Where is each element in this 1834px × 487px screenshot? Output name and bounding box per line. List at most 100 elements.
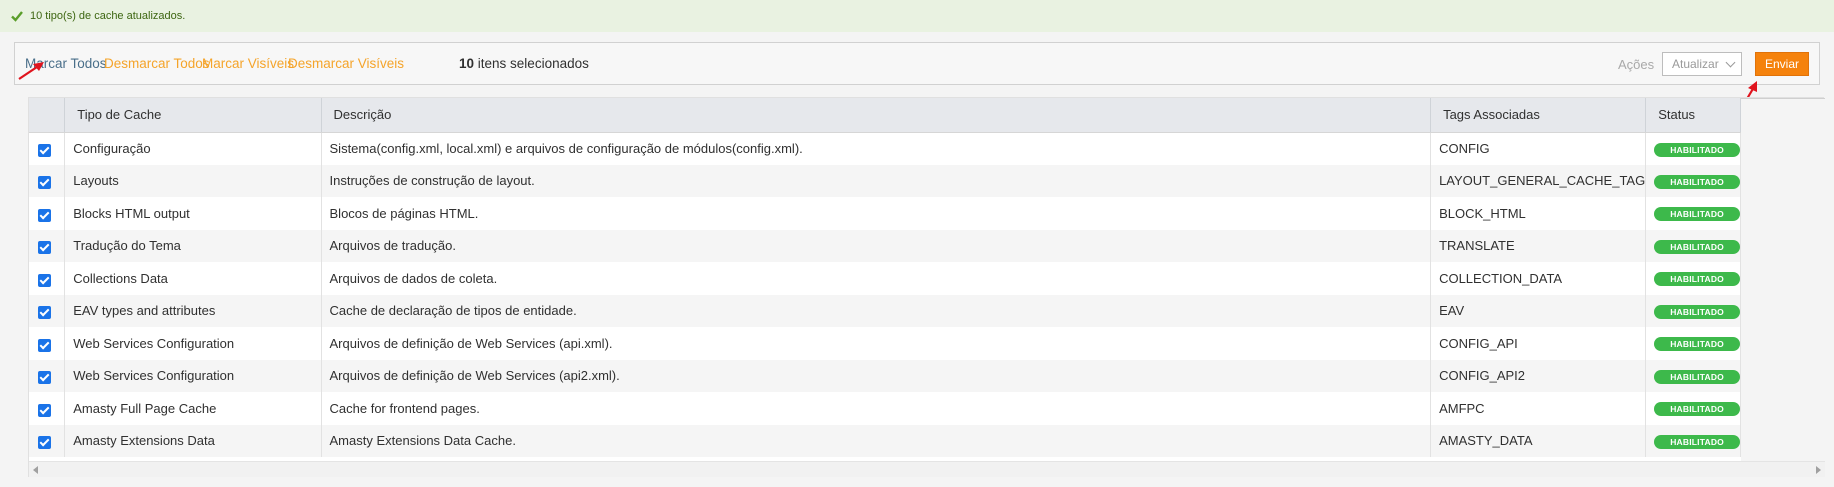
row-checkbox[interactable] [38, 371, 51, 385]
status-badge: HABILITADO [1654, 272, 1740, 287]
table-row[interactable]: Layouts Instruções de construção de layou… [29, 164, 1741, 197]
table-row[interactable]: Web Services Configuration Arquivos de de… [29, 359, 1741, 392]
status-badge: HABILITADO [1654, 434, 1740, 449]
cell-tags: TRANSLATE [1430, 229, 1647, 262]
unselect-all-link[interactable]: Desmarcar Todos [104, 56, 210, 71]
row-checkbox[interactable] [38, 273, 51, 287]
horizontal-scrollbar[interactable] [29, 461, 1825, 477]
status-badge: HABILITADO [1654, 207, 1740, 222]
table-row[interactable]: Amasty Full Page Cache Cache for frontend… [29, 392, 1741, 425]
row-checkbox-cell [29, 359, 66, 392]
cell-description: Blocos de páginas HTML. [321, 197, 1432, 230]
header-tags[interactable]: Tags Associadas [1430, 98, 1647, 133]
table-row[interactable]: Configuração Sistema(config.xml, local.xm… [29, 132, 1741, 165]
cell-status: HABILITADO [1645, 294, 1741, 327]
cell-status: HABILITADO [1645, 392, 1741, 425]
status-badge: HABILITADO [1654, 174, 1740, 189]
cell-description: Cache for frontend pages. [321, 392, 1432, 425]
row-checkbox[interactable] [38, 436, 51, 450]
status-badge: HABILITADO [1654, 369, 1740, 384]
header-type[interactable]: Tipo de Cache [64, 98, 322, 133]
select-visible-link[interactable]: Marcar Visíveis [202, 56, 294, 71]
status-badge: HABILITADO [1654, 239, 1740, 254]
cell-description: Arquivos de definição de Web Services (a… [321, 359, 1432, 392]
cell-type: Configuração [64, 132, 322, 165]
table-row[interactable]: Tradução do Tema Arquivos de tradução. TRA… [29, 229, 1741, 262]
table-row[interactable]: Web Services Configuration Arquivos de de… [29, 327, 1741, 360]
cell-description: Arquivos de dados de coleta. [321, 262, 1432, 295]
cell-type: Blocks HTML output [64, 197, 322, 230]
status-badge: HABILITADO [1654, 304, 1740, 319]
row-checkbox-cell [29, 197, 66, 230]
cell-status: HABILITADO [1645, 359, 1741, 392]
cell-tags: EAV [1430, 294, 1647, 327]
table-row[interactable]: EAV types and attributes Cache de declara… [29, 294, 1741, 327]
selected-count-suffix: itens selecionados [474, 56, 589, 71]
cell-type: Layouts [64, 164, 322, 197]
grid-right-divider [1741, 98, 1825, 99]
status-badge: HABILITADO [1654, 142, 1740, 157]
row-checkbox-cell [29, 229, 66, 262]
cell-tags: CONFIG_API2 [1430, 359, 1647, 392]
unselect-visible-link[interactable]: Desmarcar Visíveis [288, 56, 404, 71]
cell-tags: BLOCK_HTML [1430, 197, 1647, 230]
header-description[interactable]: Descrição [321, 98, 1432, 133]
cell-status: HABILITADO [1645, 132, 1741, 165]
cell-tags: COLLECTION_DATA [1430, 262, 1647, 295]
scroll-left-icon[interactable] [33, 466, 38, 474]
cache-table: Tipo de Cache Descrição Tags Associadas … [29, 98, 1741, 457]
header-status[interactable]: Status [1645, 98, 1741, 133]
table-row[interactable]: Collections Data Arquivos de dados de col… [29, 262, 1741, 295]
cell-status: HABILITADO [1645, 164, 1741, 197]
cell-tags: AMASTY_DATA [1430, 424, 1647, 457]
row-checkbox[interactable] [38, 403, 51, 417]
row-checkbox[interactable] [38, 176, 51, 190]
row-checkbox-cell [29, 132, 66, 165]
table-header-row: Tipo de Cache Descrição Tags Associadas … [29, 98, 1741, 133]
cell-type: Amasty Extensions Data [64, 424, 322, 457]
row-checkbox[interactable] [38, 306, 51, 320]
actions-select[interactable]: Atualizar [1662, 52, 1742, 76]
cell-description: Amasty Extensions Data Cache. [321, 424, 1432, 457]
success-message-text: 10 tipo(s) de cache atualizados. [30, 10, 186, 22]
cell-type: EAV types and attributes [64, 294, 322, 327]
row-checkbox-cell [29, 164, 66, 197]
row-checkbox[interactable] [38, 338, 51, 352]
cell-status: HABILITADO [1645, 229, 1741, 262]
row-checkbox[interactable] [38, 208, 51, 222]
cell-type: Collections Data [64, 262, 322, 295]
submit-button[interactable]: Enviar [1755, 52, 1809, 76]
cell-description: Cache de declaração de tipos de entidade… [321, 294, 1432, 327]
status-badge: HABILITADO [1654, 402, 1740, 417]
cell-type: Amasty Full Page Cache [64, 392, 322, 425]
row-checkbox[interactable] [38, 241, 51, 255]
status-badge: HABILITADO [1654, 337, 1740, 352]
cell-tags: AMFPC [1430, 392, 1647, 425]
massaction-bar: Marcar Todos Desmarcar Todos Marcar Visí… [14, 42, 1820, 85]
actions-label: Ações [1618, 57, 1655, 72]
row-checkbox-cell [29, 262, 66, 295]
cell-description: Sistema(config.xml, local.xml) e arquivo… [321, 132, 1432, 165]
cell-type: Tradução do Tema [64, 229, 322, 262]
cell-tags: LAYOUT_GENERAL_CACHE_TAG [1430, 164, 1647, 197]
grid-right-area [1741, 98, 1825, 478]
table-row[interactable]: Blocks HTML output Blocos de páginas HTML… [29, 197, 1741, 230]
cell-tags: CONFIG_API [1430, 327, 1647, 360]
cell-description: Arquivos de definição de Web Services (a… [321, 327, 1432, 360]
cell-status: HABILITADO [1645, 197, 1741, 230]
selected-count-number: 10 [459, 56, 475, 71]
cell-status: HABILITADO [1645, 262, 1741, 295]
cell-status: HABILITADO [1645, 424, 1741, 457]
row-checkbox-cell [29, 392, 66, 425]
table-row[interactable]: Amasty Extensions Data Amasty Extensions … [29, 424, 1741, 457]
cell-description: Arquivos de tradução. [321, 229, 1432, 262]
cell-type: Web Services Configuration [64, 359, 322, 392]
row-checkbox-cell [29, 424, 66, 457]
row-checkbox[interactable] [38, 143, 51, 157]
scroll-right-icon[interactable] [1816, 466, 1821, 474]
actions-select-value: Atualizar [1672, 57, 1719, 71]
success-message-bar: 10 tipo(s) de cache atualizados. [0, 0, 1834, 32]
annotation-arrow-icon [18, 62, 44, 80]
cell-status: HABILITADO [1645, 327, 1741, 360]
row-checkbox-cell [29, 294, 66, 327]
